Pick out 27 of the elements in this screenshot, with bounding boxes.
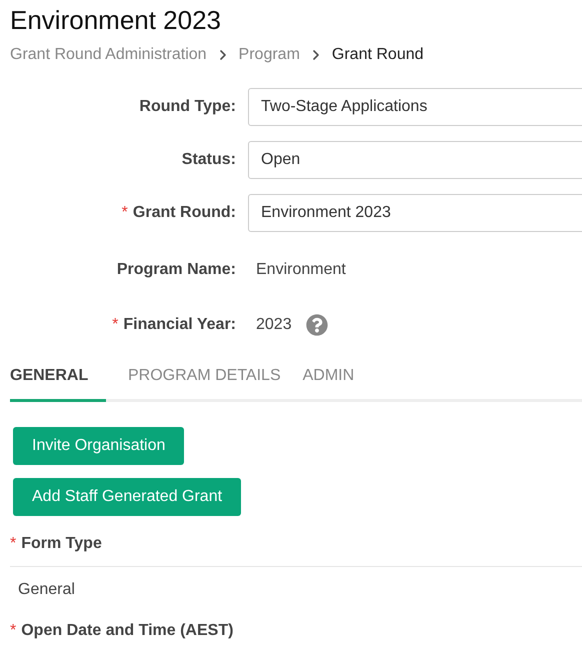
page-title: Environment 2023 xyxy=(10,4,222,36)
tab[interactable]: PROGRAM DETAILS xyxy=(128,367,281,402)
action-button[interactable]: Add Staff Generated Grant xyxy=(13,478,242,516)
input-field[interactable]: Open xyxy=(248,140,582,178)
field-value: 2023 xyxy=(255,316,292,334)
field-label: Program Name: xyxy=(116,261,236,279)
section-label: Open Date and Time (AEST) xyxy=(21,622,234,640)
required-mark: * xyxy=(112,316,118,334)
breadcrumb-link[interactable]: Grant Round xyxy=(332,46,424,64)
field-label: Grant Round: xyxy=(132,204,236,222)
required-mark: * xyxy=(10,535,16,553)
field-label: Status: xyxy=(182,150,236,168)
action-button[interactable]: Invite Organisation xyxy=(13,427,184,465)
breadcrumb-link[interactable]: Grant Round Administration xyxy=(10,46,207,64)
breadcrumb-link[interactable]: Program xyxy=(238,46,300,64)
required-mark: * xyxy=(10,622,16,640)
required-mark: * xyxy=(122,204,128,222)
tab[interactable]: GENERAL xyxy=(10,367,106,402)
section-value: General xyxy=(17,580,76,600)
section-label: Form Type xyxy=(21,535,102,553)
input-field[interactable]: Two-Stage Applications xyxy=(248,88,582,126)
input-field[interactable]: Environment 2023 xyxy=(248,194,582,232)
field-label: Round Type: xyxy=(139,98,236,116)
field-value: Environment xyxy=(255,261,346,279)
tab[interactable]: ADMIN xyxy=(302,367,354,402)
help-icon[interactable] xyxy=(306,314,328,336)
field-label: Financial Year: xyxy=(123,316,236,334)
